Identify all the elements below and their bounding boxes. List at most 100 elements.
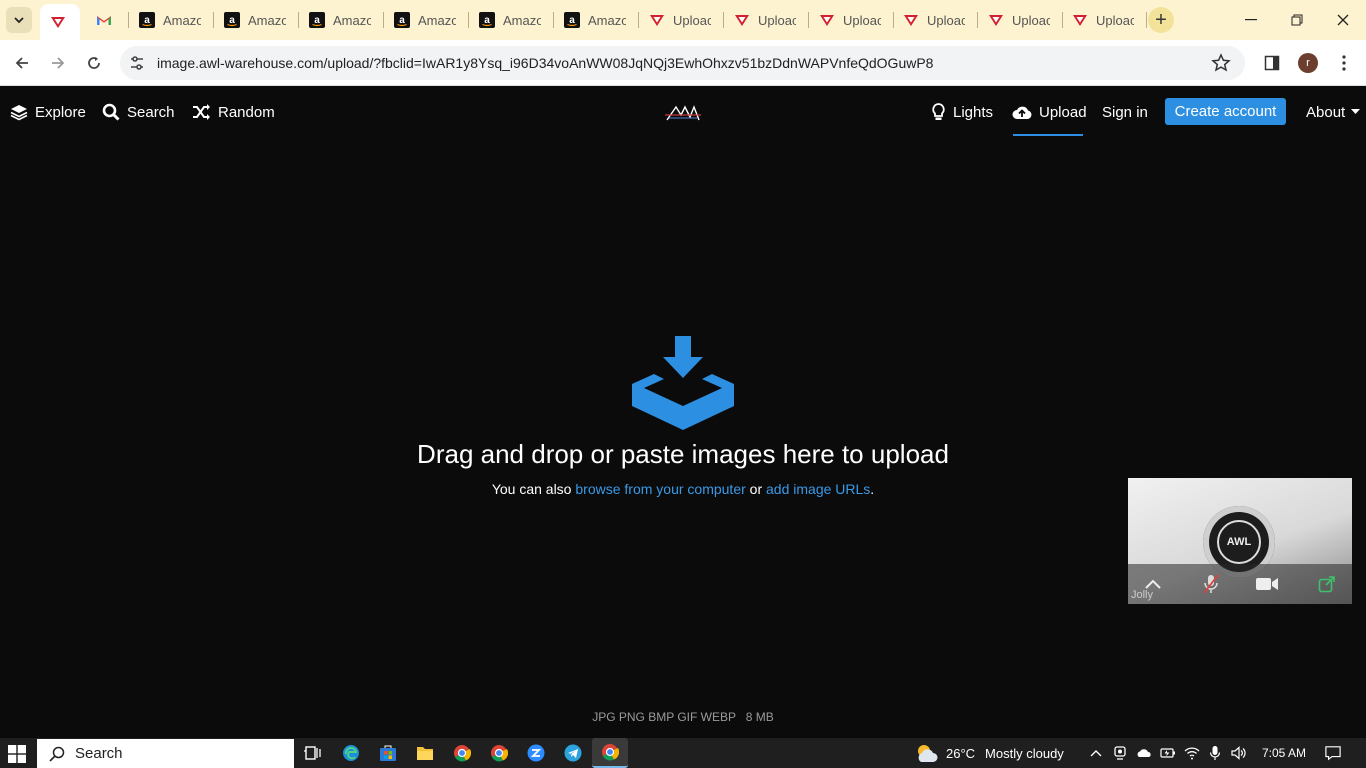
svg-text:a: a [229, 15, 235, 26]
tab-title: Amazo [503, 12, 541, 28]
windows-start-icon[interactable] [8, 745, 26, 763]
address-bar[interactable]: image.awl-warehouse.com/upload/?fbclid=I… [120, 46, 1245, 80]
restore-button[interactable] [1274, 0, 1320, 40]
weather-widget[interactable]: 26°C Mostly cloudy [914, 738, 1064, 768]
nav-explore[interactable]: Explore [10, 102, 86, 122]
taskbar-edge[interactable] [341, 743, 361, 763]
nav-upload[interactable]: Upload [1012, 102, 1087, 122]
awl-icon [1073, 15, 1087, 26]
taskbar-chrome-active[interactable] [592, 738, 628, 768]
wifi-icon [1184, 747, 1200, 760]
nav-random[interactable]: Random [192, 102, 275, 122]
clock-time: 7:05 AM [1262, 746, 1307, 760]
nav-search[interactable]: Search [102, 102, 175, 122]
browser-tab[interactable]: a Amazo [384, 6, 469, 34]
zoom-app-icon [527, 744, 545, 762]
tray-meet-now[interactable] [1112, 745, 1128, 761]
close-icon [1337, 14, 1349, 26]
nav-upload-label: Upload [1039, 103, 1087, 121]
nav-random-label: Random [218, 103, 275, 121]
gmail-icon [97, 16, 111, 25]
browser-tab[interactable]: Uploac [978, 6, 1063, 34]
popout-button[interactable] [1314, 572, 1340, 596]
tab-title: Uploac [927, 12, 965, 28]
browser-tab[interactable] [86, 6, 129, 34]
profile-button[interactable]: r [1297, 52, 1319, 74]
add-image-urls-link[interactable]: add image URLs [766, 481, 870, 497]
tab-favicon [988, 12, 1004, 28]
browser-tab[interactable]: Uploac [809, 6, 894, 34]
tab-favicon [903, 12, 919, 28]
browser-menu-button[interactable] [1333, 52, 1355, 74]
mute-button[interactable] [1198, 572, 1224, 596]
forward-button[interactable] [44, 49, 72, 77]
browser-tab[interactable]: Uploac [639, 6, 724, 34]
notifications-button[interactable] [1325, 745, 1341, 761]
allowed-formats-note: JPG PNG BMP GIF WEBP 8 MB [592, 710, 774, 724]
browser-tab[interactable]: a Amazo [214, 6, 299, 34]
taskbar-clock[interactable]: 7:05 AM [1262, 738, 1306, 768]
awl-icon [904, 15, 918, 26]
side-panel-button[interactable] [1261, 52, 1283, 74]
tab-favicon: a [479, 12, 495, 28]
browser-tab[interactable]: a Amazo [554, 6, 639, 34]
dropzone-or: or [749, 481, 763, 497]
site-logo[interactable] [664, 103, 702, 123]
tray-onedrive[interactable] [1136, 745, 1152, 761]
amazon-icon: a [139, 12, 155, 28]
amazon-icon: a [394, 12, 410, 28]
show-hidden-icons[interactable] [1088, 745, 1104, 761]
svg-text:a: a [314, 15, 320, 26]
browse-computer-link[interactable]: browse from your computer [575, 481, 745, 497]
tab-favicon: a [564, 12, 580, 28]
taskbar-telegram[interactable] [563, 743, 583, 763]
tab-title: Amazo [418, 12, 456, 28]
taskbar-chrome-2[interactable] [489, 743, 509, 763]
browser-tab[interactable]: a Amazo [129, 6, 214, 34]
browser-tab[interactable] [40, 4, 80, 40]
taskbar-zoom[interactable] [526, 743, 546, 763]
caret-down-icon [1351, 109, 1361, 114]
taskbar-file-explorer[interactable] [415, 743, 435, 763]
nav-sign-in[interactable]: Sign in [1102, 102, 1148, 122]
close-window-button[interactable] [1320, 0, 1366, 40]
taskbar-store[interactable] [378, 743, 398, 763]
tray-battery[interactable] [1160, 745, 1176, 761]
browser-tab[interactable]: Uploac [1062, 6, 1147, 34]
chrome-icon [454, 745, 471, 762]
back-button[interactable] [8, 49, 36, 77]
tab-title: Uploac [1096, 12, 1134, 28]
bookmark-star-icon[interactable] [1211, 53, 1231, 73]
browser-tab[interactable]: Uploac [893, 6, 978, 34]
cloud-upload-icon [1012, 106, 1032, 119]
minimize-button[interactable] [1228, 0, 1274, 40]
create-account-button[interactable]: Create account [1165, 98, 1286, 125]
tray-microphone[interactable] [1207, 745, 1223, 761]
new-tab-button[interactable]: + [1148, 7, 1174, 33]
lightbulb-icon [932, 103, 945, 120]
taskbar-search-box[interactable]: Search [37, 739, 294, 768]
browser-tab[interactable]: a Amazo [469, 6, 554, 34]
upload-tray-icon[interactable] [632, 336, 734, 430]
video-call-widget[interactable]: AWL Jolly [1128, 478, 1352, 604]
camera-button[interactable] [1254, 572, 1280, 596]
cloud-icon [1137, 749, 1151, 757]
tab-title: Uploac [758, 12, 796, 28]
dropzone-title: Drag and drop or paste images here to up… [417, 439, 949, 469]
taskbar-chrome-1[interactable] [452, 743, 472, 763]
browser-tab[interactable]: Uploac [724, 6, 809, 34]
tab-search-button[interactable] [6, 7, 32, 33]
tab-separator [1146, 12, 1147, 28]
svg-text:a: a [144, 15, 150, 26]
browser-tab[interactable]: a Amazo [299, 6, 384, 34]
active-nav-indicator [1013, 134, 1083, 136]
reload-button[interactable] [80, 49, 108, 77]
tray-volume[interactable] [1231, 745, 1247, 761]
task-view-button[interactable] [302, 743, 322, 763]
weather-text: Mostly cloudy [985, 745, 1064, 761]
site-top-nav: Explore Search Random Lights Upload Sign… [0, 87, 1366, 137]
tray-network[interactable] [1184, 745, 1200, 761]
nav-about[interactable]: About [1306, 102, 1366, 122]
webcam-icon [1114, 746, 1126, 760]
nav-lights[interactable]: Lights [931, 102, 993, 122]
